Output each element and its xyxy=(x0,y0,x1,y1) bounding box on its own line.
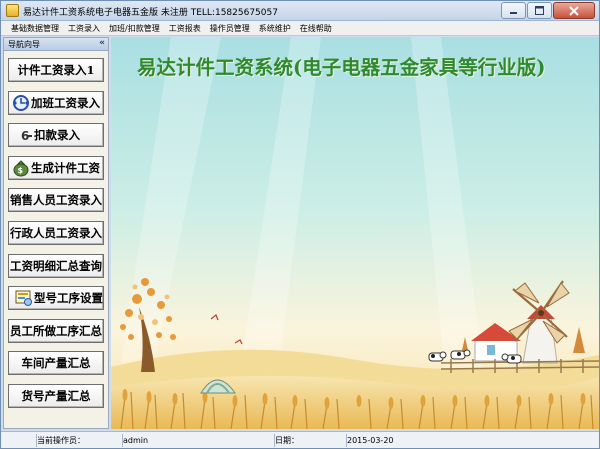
maximize-button[interactable] xyxy=(527,2,552,19)
nav-item-label: 销售人员工资录入 xyxy=(10,193,102,208)
nav-item-label: 加班工资录入 xyxy=(31,95,100,110)
operator-value: admin xyxy=(123,433,275,447)
nav-item-label: 货号产量汇总 xyxy=(21,388,91,403)
nav-item-label: 生成计件工资 xyxy=(31,160,100,175)
operator-label: 当前操作员： xyxy=(37,433,123,447)
window-title: 易达计件工资系统电子电器五金版 未注册 TELL:15825675057 xyxy=(23,8,278,18)
minimize-button[interactable] xyxy=(501,2,526,19)
collapse-icon[interactable]: « xyxy=(99,38,105,48)
svg-text:$: $ xyxy=(18,166,24,175)
nav-piecework-entry-button[interactable]: 计件工资录入1 xyxy=(8,58,104,82)
money-bag-icon: $ xyxy=(12,159,30,177)
menu-wage-entry[interactable]: 工资录入 xyxy=(64,23,105,34)
window-controls xyxy=(500,2,595,19)
nav-item-label: 行政人员工资录入 xyxy=(10,225,102,240)
model-setup-icon xyxy=(15,289,33,307)
nav-item-label: 车间产量汇总 xyxy=(21,356,91,371)
minimize-icon xyxy=(510,12,517,14)
navigation-panel: 导航向导 « 计件工资录入1 加班工资录入 6 扣款录入 $ 生成计件工资 销售… xyxy=(3,37,109,429)
title-bar[interactable]: 易达计件工资系统电子电器五金版 未注册 TELL:15825675057 xyxy=(1,1,599,21)
nav-item-label: 扣款录入 xyxy=(34,128,80,143)
maximize-icon xyxy=(535,6,544,15)
nav-list: 计件工资录入1 加班工资录入 6 扣款录入 $ 生成计件工资 销售人员工资录入 … xyxy=(8,58,104,417)
menu-basic-data[interactable]: 基础数据管理 xyxy=(7,23,64,34)
background-illustration xyxy=(111,37,599,429)
nav-employee-process-summary-button[interactable]: 员工所做工序汇总 xyxy=(8,318,104,343)
date-label: 日期： xyxy=(275,433,347,447)
menu-wage-report[interactable]: 工资报表 xyxy=(165,23,206,34)
deduction-icon: 6 xyxy=(21,126,33,144)
nav-item-output-summary-button[interactable]: 货号产量汇总 xyxy=(8,383,104,408)
nav-admin-wage-entry-button[interactable]: 行政人员工资录入 xyxy=(8,220,104,245)
nav-overtime-entry-button[interactable]: 加班工资录入 xyxy=(8,90,104,115)
nav-item-label: 型号工序设置 xyxy=(34,291,103,306)
app-window: 易达计件工资系统电子电器五金版 未注册 TELL:15825675057 基础数… xyxy=(0,0,600,449)
status-spacer xyxy=(1,433,37,447)
close-button[interactable] xyxy=(553,2,595,19)
nav-item-label: 计件工资录入1 xyxy=(17,63,95,77)
overtime-icon xyxy=(12,94,30,112)
nav-header: 导航向导 « xyxy=(4,38,108,51)
menu-bar: 基础数据管理 工资录入 加班/扣款管理 工资报表 操作员管理 系统维护 在线帮助 xyxy=(1,21,599,36)
nav-deduction-entry-button[interactable]: 6 扣款录入 xyxy=(8,123,104,148)
nav-item-label: 员工所做工序汇总 xyxy=(10,323,102,338)
menu-online-help[interactable]: 在线帮助 xyxy=(296,23,337,34)
menu-overtime-deduction[interactable]: 加班/扣款管理 xyxy=(105,23,165,34)
nav-workshop-output-summary-button[interactable]: 车间产量汇总 xyxy=(8,351,104,376)
nav-sales-wage-entry-button[interactable]: 销售人员工资录入 xyxy=(8,188,104,213)
status-bar: 当前操作员： admin 日期： 2015-03-20 xyxy=(1,431,599,448)
menu-operator-management[interactable]: 操作员管理 xyxy=(206,23,255,34)
nav-generate-piecework-button[interactable]: $ 生成计件工资 xyxy=(8,155,104,180)
nav-wage-detail-query-button[interactable]: 工资明细汇总查询 xyxy=(8,253,104,278)
nav-item-label: 工资明细汇总查询 xyxy=(10,258,102,273)
app-icon xyxy=(6,4,19,17)
nav-model-process-setup-button[interactable]: 型号工序设置 xyxy=(8,286,104,311)
close-icon xyxy=(569,5,579,16)
nav-title: 导航向导 xyxy=(8,40,40,49)
date-value: 2015-03-20 xyxy=(347,435,394,445)
menu-system-maintenance[interactable]: 系统维护 xyxy=(255,23,296,34)
main-workspace: 易达计件工资系统(电子电器五金家具等行业版) xyxy=(111,37,599,429)
system-banner-title: 易达计件工资系统(电子电器五金家具等行业版) xyxy=(137,56,546,79)
